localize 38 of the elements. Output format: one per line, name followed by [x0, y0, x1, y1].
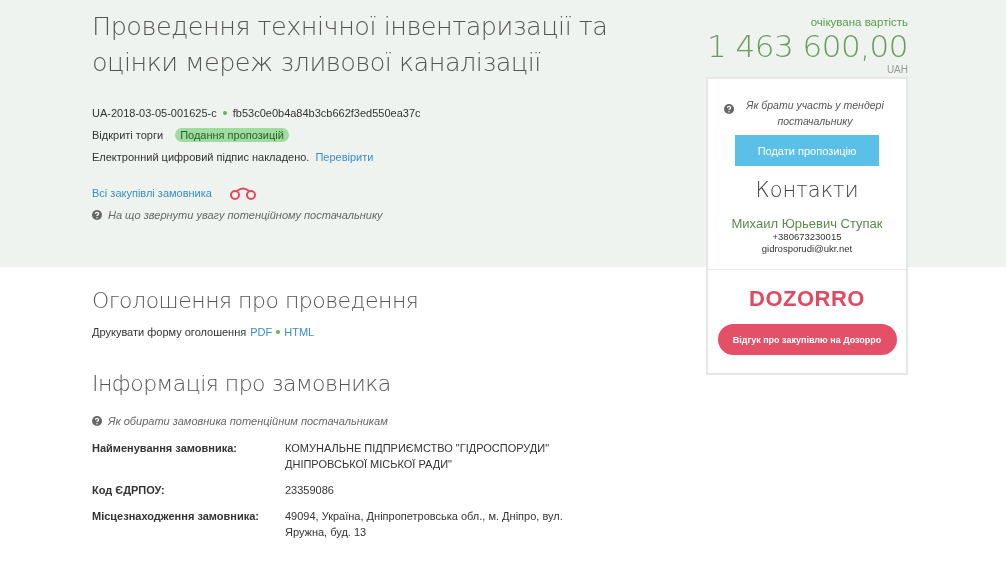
tender-title: Проведення технічної інвентаризації та оцінки мереж зливової каналізації — [92, 10, 609, 79]
verify-link[interactable]: Перевірити — [315, 151, 374, 163]
price-label: очікувана вартість — [809, 16, 908, 28]
submit-proposal-button[interactable]: Подати пропозицію — [735, 135, 879, 166]
help-icon — [724, 104, 734, 114]
tender-id: UA-2018-03-05-001625-c — [92, 107, 217, 119]
contact-name: Михаил Юрьевич Ступак — [731, 216, 883, 231]
status-badge: Подання пропозицій — [175, 128, 289, 142]
format-link[interactable]: PDF — [250, 326, 273, 338]
price-amount: 1 463 600,00 — [706, 28, 908, 64]
signature-text: Електронний цифровий підпис накладено. — [92, 151, 310, 163]
all-purchases-link[interactable]: Всі закупівлі замовника — [92, 187, 212, 199]
field-value: 49094, Україна, Дніпропетровська обл., м. Дніпро, вул. Яружна, буд. 13 — [285, 509, 564, 540]
feedback-button[interactable]: Відгук про закупівлю на Дозорро — [717, 324, 897, 355]
contact-phone: +380673230015 — [772, 231, 842, 243]
participation-hint[interactable]: Як брати участь у тендері постачальнику — [740, 97, 890, 129]
logo: DOZORRO — [749, 286, 865, 312]
print-label: Друкувати форму оголошення — [92, 326, 247, 338]
field-value: КОМУНАЛЬНЕ ПІДПРИЄМСТВО "ГІДРОСПОРУДИ" ДНІПРОВСЬКОЇ МІСЬКОЇ РАДИ" — [285, 441, 551, 472]
separator-dot — [222, 111, 227, 115]
customer-title: Інформація про замовника — [92, 371, 392, 396]
field-value: 23359086 — [285, 483, 335, 498]
contacts-title: Контакти — [755, 178, 859, 202]
currency: UAH — [885, 64, 908, 75]
binoculars-icon — [227, 186, 258, 200]
field-label: Місцезнаходження замовника: — [92, 509, 260, 524]
help-icon — [92, 416, 102, 426]
announcement-title: Оголошення про проведення — [92, 288, 420, 313]
customer-hint[interactable]: Як обирати замовника потенційним постачальникам — [108, 415, 388, 427]
help-icon — [92, 210, 102, 220]
tender-hash: fb53c0e0b4a84b3cb662f3ed550ea37c — [232, 107, 421, 119]
field-label: Найменування замовника: — [92, 441, 238, 456]
contact-email: gidrosporudi@ukr.net — [761, 243, 853, 255]
separator-dot — [276, 330, 281, 334]
format-link[interactable]: HTML — [284, 326, 315, 338]
supplier-hint[interactable]: На що звернути увагу потенційному постачальнику — [108, 209, 383, 221]
field-label: Код ЄДРПОУ: — [92, 483, 166, 498]
procedure-type: Відкриті торги — [92, 129, 164, 141]
